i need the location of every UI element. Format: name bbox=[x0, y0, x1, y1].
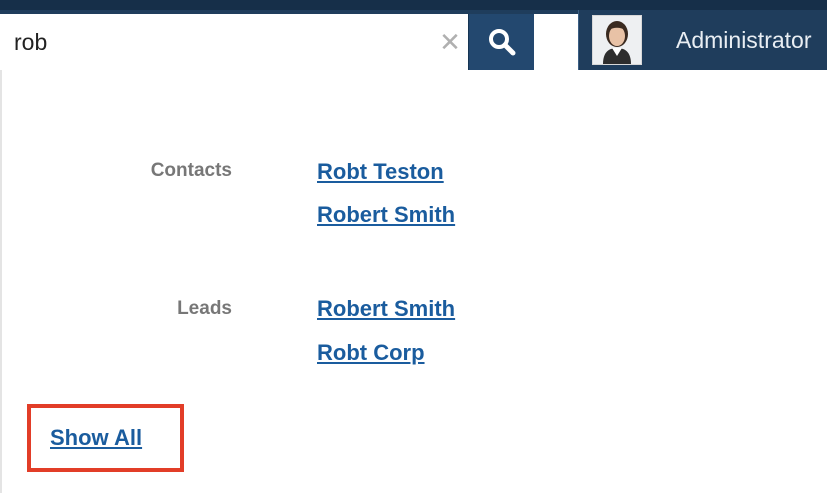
result-link-contact-2[interactable]: Robert Smith bbox=[317, 202, 455, 228]
global-search: ✕ bbox=[0, 14, 578, 70]
user-name-label: Administrator bbox=[676, 26, 812, 53]
topbar-strip bbox=[0, 0, 827, 10]
group-label-leads: Leads bbox=[177, 298, 232, 319]
search-button[interactable] bbox=[468, 14, 535, 70]
result-link-lead-2[interactable]: Robt Corp bbox=[317, 340, 425, 366]
search-spacer bbox=[534, 14, 578, 70]
clear-search-button[interactable]: ✕ bbox=[434, 24, 466, 60]
user-menu[interactable]: Administrator bbox=[588, 10, 827, 70]
user-avatar-icon bbox=[593, 16, 641, 64]
show-all-link[interactable]: Show All bbox=[50, 425, 142, 451]
close-icon: ✕ bbox=[439, 26, 461, 57]
search-icon bbox=[489, 29, 516, 56]
result-link-lead-1[interactable]: Robert Smith bbox=[317, 296, 455, 322]
avatar bbox=[592, 15, 642, 65]
result-link-contact-1[interactable]: Robt Teston bbox=[317, 159, 444, 185]
search-input[interactable] bbox=[0, 14, 430, 70]
header-divider bbox=[578, 10, 579, 70]
group-label-contacts: Contacts bbox=[150, 160, 232, 181]
